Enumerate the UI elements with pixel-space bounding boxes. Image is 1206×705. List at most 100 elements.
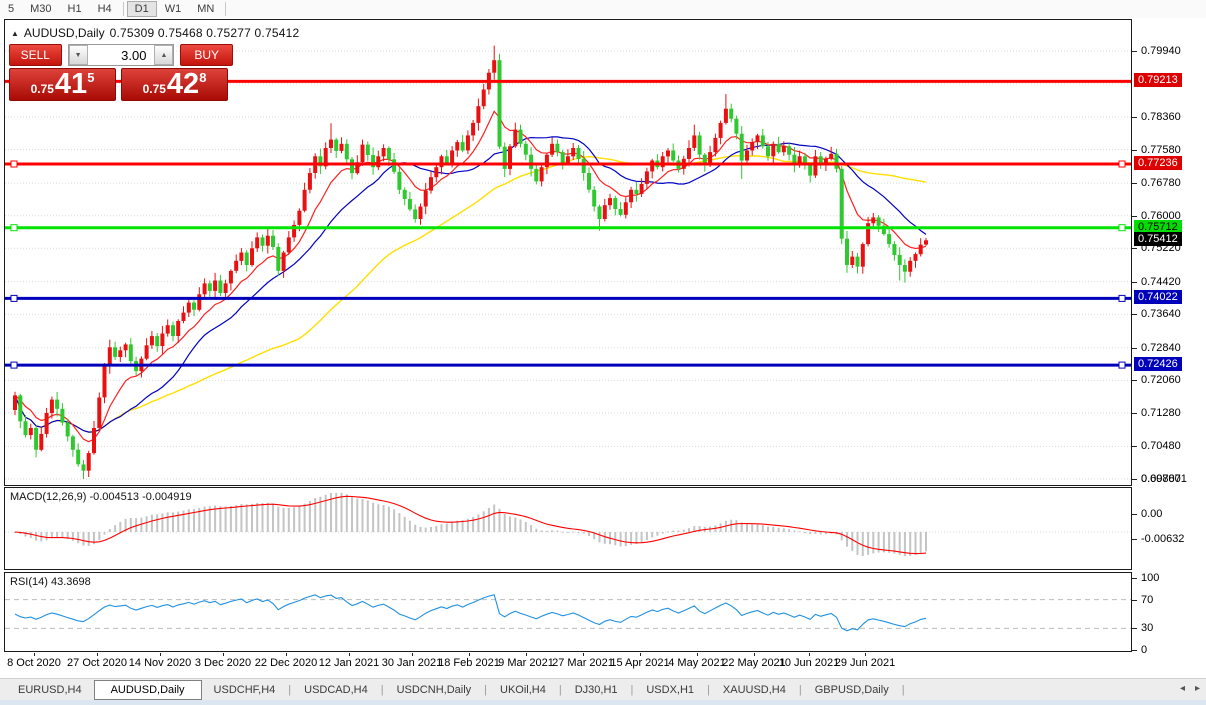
macd-histogram-bar	[893, 532, 896, 554]
candle-body	[418, 206, 423, 219]
tabs-scroll-right-icon[interactable]: ▸	[1195, 683, 1200, 694]
time-axis-tick	[97, 653, 98, 656]
macd-histogram-bar	[282, 507, 285, 532]
candle-body	[102, 366, 107, 398]
volume-increase-button[interactable]: ▲	[154, 45, 174, 65]
timeframe-toolbar: 5 M30 H1 H4 D1 W1 MN	[0, 0, 1206, 19]
macd-indicator-pane: MACD(12,26,9) -0.004513 -0.004919	[4, 487, 1132, 570]
candle-body	[423, 190, 428, 207]
macd-histogram-bar	[351, 496, 353, 532]
macd-histogram-bar	[45, 532, 48, 541]
sell-price-panel[interactable]: 0.75 41 5	[9, 68, 116, 101]
macd-histogram-bar	[846, 532, 848, 547]
line-drag-handle[interactable]	[1118, 294, 1126, 302]
timeframe-button-d1[interactable]: D1	[126, 1, 157, 17]
macd-histogram-bar	[108, 529, 111, 532]
candle-body	[118, 350, 123, 357]
tab-usdchf-h4[interactable]: USDCHF,H4	[202, 681, 288, 699]
macd-histogram-bar	[782, 528, 785, 532]
candle-body	[592, 189, 597, 207]
candle-body	[829, 153, 834, 159]
candle-body	[492, 60, 497, 73]
macd-histogram-bar	[614, 532, 617, 546]
tab-usdx-h1[interactable]: USDX,H1	[634, 681, 706, 699]
line-drag-handle[interactable]	[10, 160, 18, 168]
timeframe-button-w1[interactable]: W1	[157, 1, 190, 17]
time-axis-label: 30 Jan 2021	[381, 657, 443, 669]
candle-body	[276, 247, 281, 271]
candle-body	[360, 144, 365, 163]
macd-histogram-bar	[414, 524, 417, 532]
macd-histogram-bar	[261, 503, 264, 532]
buy-price-prefix: 0.75	[142, 82, 166, 96]
buy-price-panel[interactable]: 0.75 42 8	[121, 68, 228, 101]
time-axis-label: 22 May 2021	[722, 657, 786, 669]
candle-body	[307, 173, 312, 190]
macd-histogram-bar	[925, 532, 927, 552]
candle-body	[550, 143, 555, 155]
macd-histogram-bar	[156, 514, 159, 532]
macd-histogram-bar	[229, 505, 232, 532]
candle-body	[344, 143, 349, 160]
macd-histogram-bar	[345, 494, 348, 532]
candle-body	[144, 345, 149, 359]
candle-body	[871, 217, 876, 224]
time-axis[interactable]: 8 Oct 2020 27 Oct 2020 14 Nov 2020 3 Dec 20…	[4, 653, 1132, 673]
tab-gbpusd-daily[interactable]: GBPUSD,Daily	[803, 681, 901, 699]
timeframe-button-mn[interactable]: MN	[189, 1, 222, 17]
macd-histogram-bar	[735, 520, 738, 532]
tab-ukoil-h4[interactable]: UKOil,H4	[488, 681, 558, 699]
price-level-badge: 0.72426	[1134, 357, 1182, 371]
macd-histogram-bar	[767, 526, 769, 532]
price-axis-label: 0.72840	[1141, 342, 1181, 354]
line-drag-handle[interactable]	[1118, 160, 1126, 168]
macd-axis-label: -0.00632	[1141, 533, 1185, 545]
rsi-axis-label: 0	[1141, 644, 1148, 656]
price-level-badge: 0.77236	[1134, 156, 1182, 170]
time-axis-tick	[469, 653, 470, 656]
timeframe-button-m30[interactable]: M30	[22, 1, 59, 17]
price-axis-tick	[1132, 314, 1137, 315]
candle-body	[644, 171, 649, 184]
macd-histogram-bar	[798, 531, 801, 533]
volume-input[interactable]	[87, 45, 155, 65]
macd-histogram-bar	[540, 530, 543, 532]
line-drag-handle[interactable]	[10, 224, 18, 232]
collapse-arrow-icon[interactable]: ▲	[11, 29, 19, 38]
candle-body	[228, 270, 233, 284]
timeframe-button-5[interactable]: 5	[0, 1, 22, 17]
candle-body	[70, 436, 75, 450]
line-drag-handle[interactable]	[1118, 361, 1126, 369]
time-axis-tick	[34, 653, 35, 656]
rsi-axis-tick	[1132, 578, 1137, 579]
macd-histogram-bar	[861, 532, 864, 556]
tabs-scroll-left-icon[interactable]: ◂	[1180, 683, 1185, 694]
tab-audusd-daily[interactable]: AUDUSD,Daily	[93, 680, 202, 700]
tab-usdcad-h4[interactable]: USDCAD,H4	[292, 681, 380, 699]
chart-symbol-period: AUDUSD,Daily	[23, 26, 105, 40]
volume-decrease-button[interactable]: ▼	[68, 45, 88, 65]
tab-usdcnh-daily[interactable]: USDCNH,Daily	[385, 681, 484, 699]
macd-histogram-bar	[287, 507, 290, 532]
tab-xauusd-h4[interactable]: XAUUSD,H4	[711, 681, 798, 699]
line-drag-handle[interactable]	[10, 294, 18, 302]
candle-body	[623, 202, 628, 215]
timeframe-button-h4[interactable]: H4	[90, 1, 120, 17]
tab-eurusd-h4[interactable]: EURUSD,H4	[6, 681, 94, 699]
tab-dj30-h1[interactable]: DJ30,H1	[563, 681, 630, 699]
buy-button[interactable]: BUY	[180, 44, 233, 66]
macd-histogram-bar	[161, 513, 164, 532]
macd-histogram-bar	[919, 532, 922, 554]
candle-body	[218, 280, 223, 293]
timeframe-button-h1[interactable]: H1	[60, 1, 90, 17]
candle-body	[28, 428, 33, 436]
candle-body	[329, 139, 333, 148]
current-price-badge: 0.75412	[1134, 232, 1182, 246]
sell-button[interactable]: SELL	[9, 44, 62, 66]
candle-body	[128, 344, 133, 362]
line-drag-handle[interactable]	[1118, 224, 1126, 232]
line-drag-handle[interactable]	[10, 361, 18, 369]
price-axis[interactable]: 0.79940 0.78360 0.77580 0.76780 0.76000 0.752…	[1132, 18, 1206, 673]
macd-histogram-bar	[645, 532, 648, 541]
macd-histogram-bar	[82, 532, 85, 546]
